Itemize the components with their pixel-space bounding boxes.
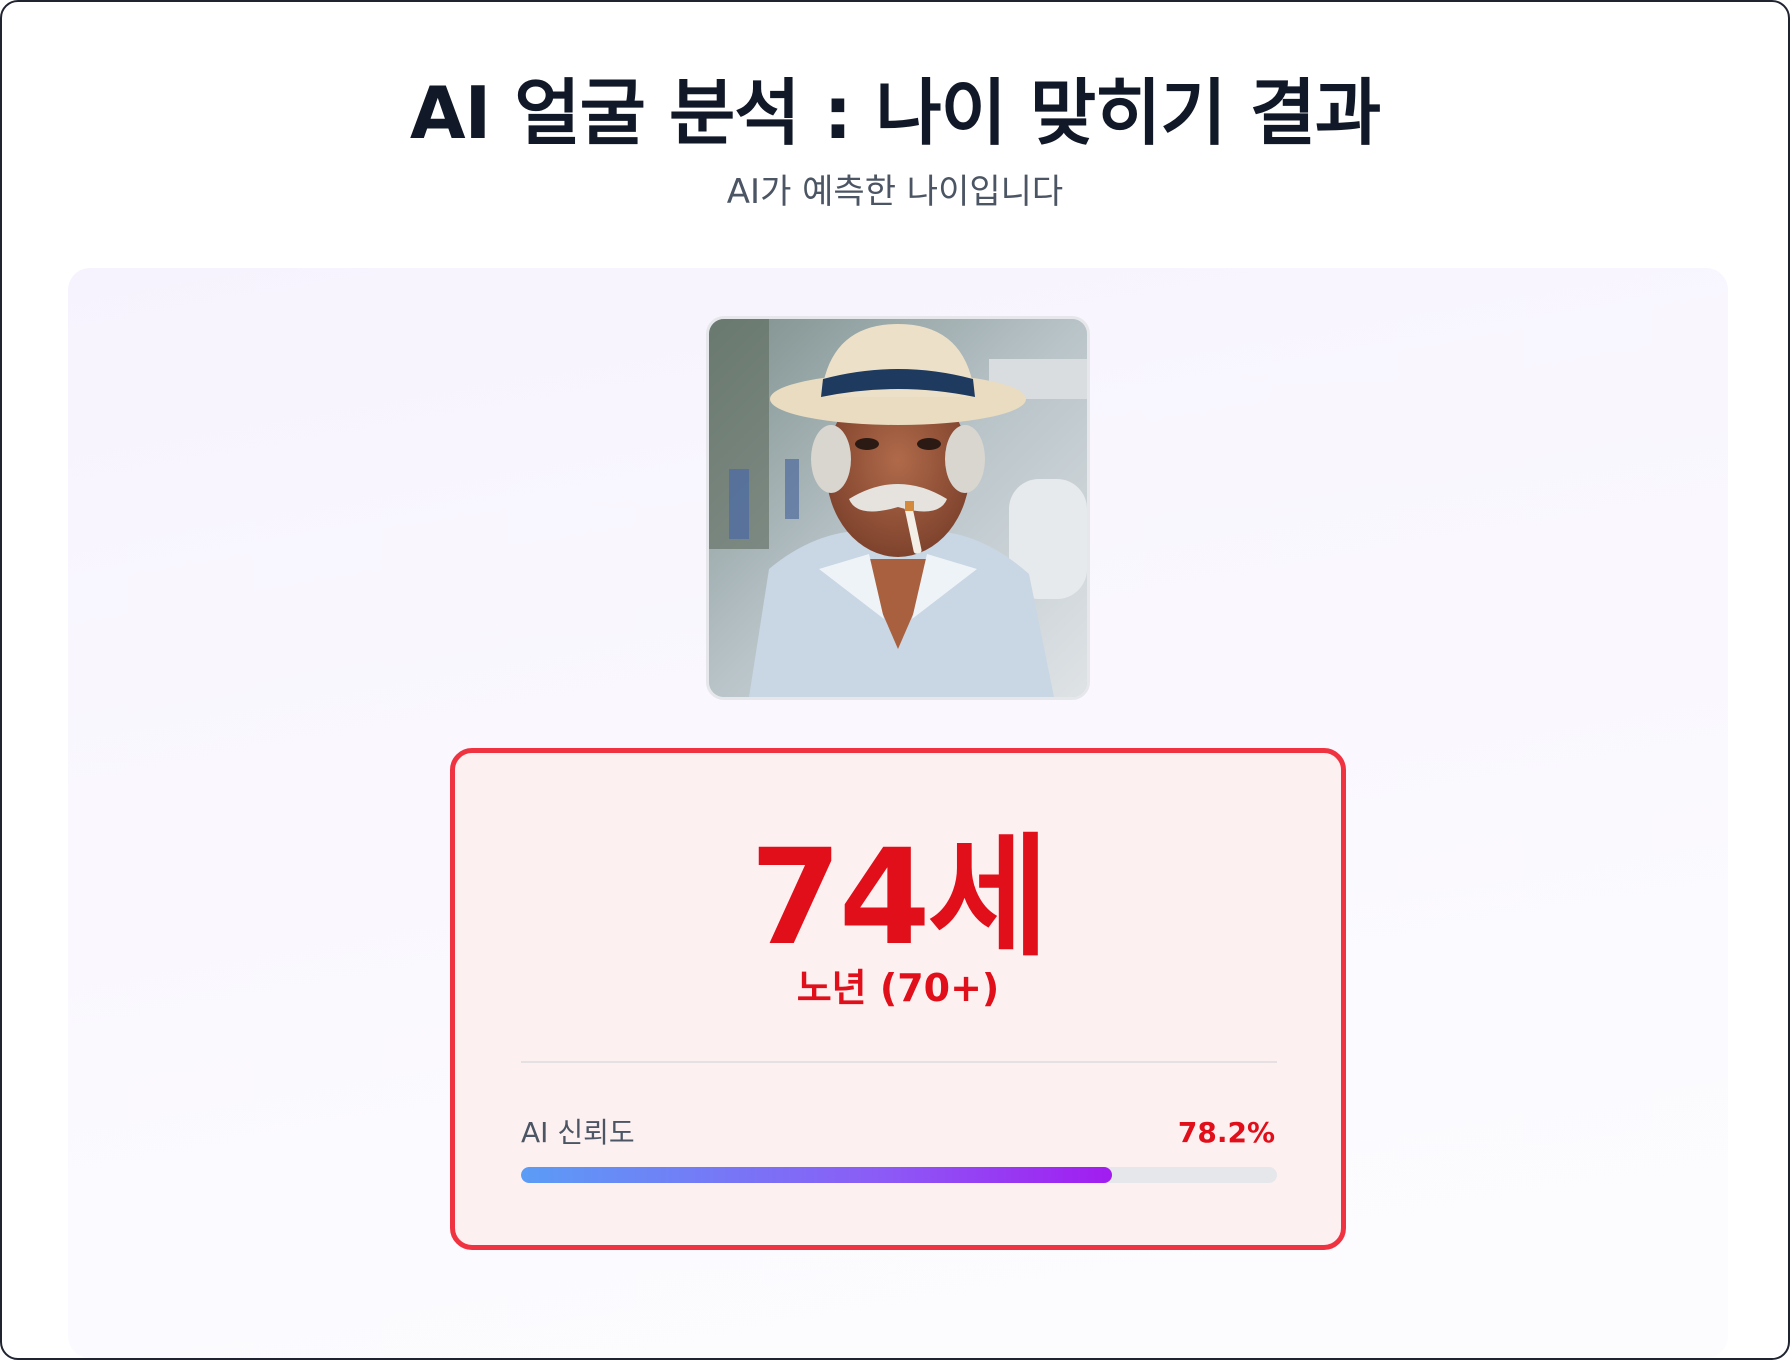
app-frame: AI 얼굴 분석 : 나이 맞히기 결과 AI가 예측한 나이입니다 74세 노… (0, 0, 1790, 1360)
face-photo (706, 316, 1090, 700)
age-group-label: 노년 (70+) (796, 966, 1000, 1010)
page-title: AI 얼굴 분석 : 나이 맞히기 결과 (409, 71, 1381, 155)
confidence-bar (521, 1167, 1277, 1183)
confidence-label: AI 신뢰도 (521, 1116, 635, 1149)
face-photo-image (709, 319, 1087, 697)
confidence-value: 78.2% (1177, 1116, 1275, 1149)
age-result-card: 74세 노년 (70+) AI 신뢰도 78.2% (450, 748, 1346, 1250)
page-subtitle: AI가 예측한 나이입니다 (726, 172, 1064, 212)
confidence-bar-fill (521, 1167, 1113, 1183)
predicted-age: 74세 (749, 821, 1049, 975)
card-divider (521, 1061, 1277, 1063)
